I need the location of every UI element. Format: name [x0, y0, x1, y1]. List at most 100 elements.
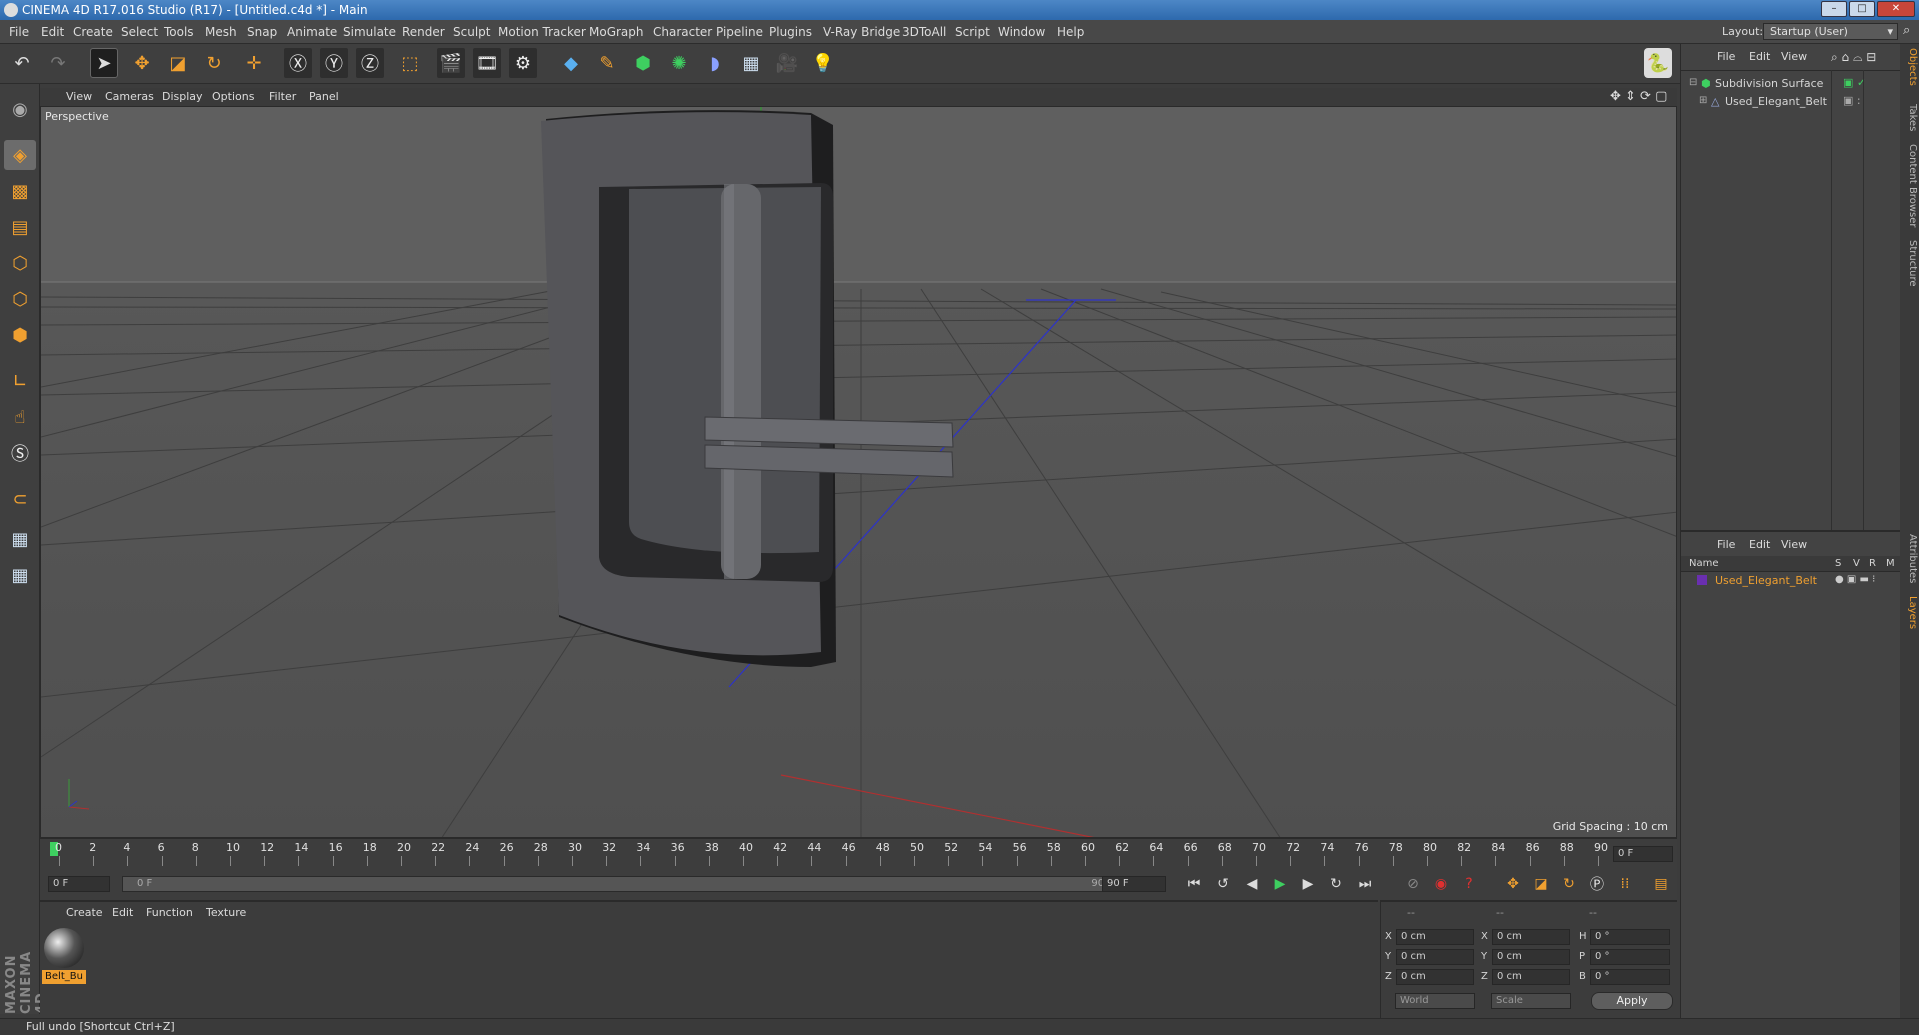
menu-vray-bridge[interactable]: V-Ray Bridge: [823, 25, 900, 39]
key-scale-icon[interactable]: ◪: [1530, 873, 1552, 895]
expand-icon[interactable]: ⊞: [1699, 95, 1707, 106]
vp-menu-view[interactable]: View: [66, 90, 92, 103]
python-icon[interactable]: 🐍: [1644, 48, 1672, 78]
floor-icon[interactable]: ▦: [737, 48, 765, 78]
obj-menu-edit[interactable]: Edit: [1749, 50, 1770, 63]
menu-script[interactable]: Script: [955, 25, 990, 39]
menu-create[interactable]: Create: [73, 25, 113, 39]
go-to-end-icon[interactable]: ⏭: [1354, 873, 1376, 895]
mat-menu-edit[interactable]: Edit: [112, 906, 133, 919]
layer-menu-file[interactable]: File: [1717, 538, 1735, 551]
render-settings-icon[interactable]: ⚙: [509, 48, 537, 78]
rotation-b-field[interactable]: 0 °: [1590, 969, 1670, 985]
obj-menu-file[interactable]: File: [1717, 50, 1735, 63]
cube-icon[interactable]: ◆: [557, 48, 585, 78]
expand-icon[interactable]: ⊟: [1689, 77, 1697, 88]
maximize-button[interactable]: □: [1849, 1, 1875, 17]
render-view-icon[interactable]: 🎬: [437, 48, 465, 78]
object-row-subdivision-surface[interactable]: ⊟ ⬢ Subdivision Surface ▣ ✓: [1689, 76, 1889, 92]
menu-file[interactable]: File: [9, 25, 29, 39]
menu-pipeline[interactable]: Pipeline: [716, 25, 763, 39]
play-icon[interactable]: ▶: [1269, 873, 1291, 895]
axis-icon[interactable]: ∟: [4, 366, 36, 396]
size-mode-select[interactable]: Scale: [1491, 993, 1571, 1009]
menu-3dtoall[interactable]: 3DToAll: [902, 25, 946, 39]
key-pla-icon[interactable]: ⁞⁞: [1614, 873, 1636, 895]
layer-color-swatch[interactable]: [1697, 575, 1707, 585]
mat-menu-texture[interactable]: Texture: [206, 906, 246, 919]
y-axis-icon[interactable]: Ⓨ: [320, 48, 348, 78]
coordinate-mode-select[interactable]: World: [1395, 993, 1475, 1009]
layer-row[interactable]: Used_Elegant_Belt ● ▣ ▬ ⁝: [1689, 574, 1899, 590]
menu-motion-tracker[interactable]: Motion Tracker: [498, 25, 586, 39]
object-row-used-elegant-belt[interactable]: ⊞ △ Used_Elegant_Belt ▣ :: [1699, 94, 1889, 110]
workplane-icon[interactable]: ▤: [4, 212, 36, 242]
key-rotation-icon[interactable]: ↻: [1558, 873, 1580, 895]
tab-attributes[interactable]: Attributes: [1901, 534, 1918, 583]
menu-tools[interactable]: Tools: [164, 25, 194, 39]
tab-layers[interactable]: Layers: [1901, 596, 1918, 629]
menu-snap[interactable]: Snap: [247, 25, 277, 39]
mograph-icon[interactable]: ✺: [665, 48, 693, 78]
menu-simulate[interactable]: Simulate: [343, 25, 396, 39]
position-z-field[interactable]: 0 cm: [1396, 969, 1474, 985]
live-selection-icon[interactable]: ➤: [90, 48, 118, 78]
points-mode-icon[interactable]: ⬡: [4, 248, 36, 278]
current-frame-field[interactable]: 0 F: [1613, 846, 1673, 862]
z-axis-icon[interactable]: Ⓩ: [356, 48, 384, 78]
edges-mode-icon[interactable]: ⬡: [4, 284, 36, 314]
timeline-window-icon[interactable]: ▤: [1650, 873, 1672, 895]
column-render[interactable]: R: [1869, 558, 1876, 569]
subdivision-icon[interactable]: ⬢: [629, 48, 657, 78]
record-icon[interactable]: ◉: [1430, 873, 1452, 895]
coordinate-system-icon[interactable]: ⬚: [396, 48, 424, 78]
polygons-mode-icon[interactable]: ⬢: [4, 320, 36, 350]
vp-menu-options[interactable]: Options: [212, 90, 254, 103]
menu-help[interactable]: Help: [1057, 25, 1084, 39]
texture-mode-icon[interactable]: ▩: [4, 176, 36, 206]
column-view[interactable]: V: [1853, 558, 1860, 569]
rotate-icon[interactable]: ↻: [200, 48, 228, 78]
search-icon[interactable]: ⌕: [1903, 23, 1910, 38]
magnet-icon[interactable]: ⊂: [4, 484, 36, 514]
object-status-icon[interactable]: ▣ :: [1843, 94, 1861, 107]
position-y-field[interactable]: 0 cm: [1396, 949, 1474, 965]
menu-animate[interactable]: Animate: [287, 25, 337, 39]
next-frame-icon[interactable]: ▶: [1297, 873, 1319, 895]
menu-mograph[interactable]: MoGraph: [589, 25, 644, 39]
planar-workplane-icon[interactable]: ▦: [4, 560, 36, 590]
preview-range-slider[interactable]: 0 F 90 F: [122, 876, 1134, 892]
size-x-field[interactable]: 0 cm: [1492, 929, 1570, 945]
rotation-h-field[interactable]: 0 °: [1590, 929, 1670, 945]
obj-menu-view[interactable]: View: [1781, 50, 1807, 63]
render-picture-viewer-icon[interactable]: 🎞: [473, 48, 501, 78]
menu-plugins[interactable]: Plugins: [769, 25, 812, 39]
size-z-field[interactable]: 0 cm: [1492, 969, 1570, 985]
model-mode-icon[interactable]: ◈: [4, 140, 36, 170]
viewport-perspective[interactable]: Perspective Grid Spacing : 10 cm: [40, 106, 1677, 838]
auto-key-icon[interactable]: ?: [1458, 873, 1480, 895]
vp-menu-cameras[interactable]: Cameras: [105, 90, 154, 103]
redo-icon[interactable]: ↷: [44, 48, 72, 78]
tweak-icon[interactable]: ☝: [4, 402, 36, 432]
layer-menu-view[interactable]: View: [1781, 538, 1807, 551]
column-name[interactable]: Name: [1689, 558, 1719, 569]
material-item[interactable]: Belt_Bu: [42, 928, 86, 986]
mat-menu-create[interactable]: Create: [66, 906, 103, 919]
light-icon[interactable]: 💡: [809, 48, 837, 78]
snap-icon[interactable]: Ⓢ: [4, 438, 36, 468]
menu-sculpt[interactable]: Sculpt: [453, 25, 490, 39]
tab-takes[interactable]: Takes: [1901, 104, 1918, 131]
menu-character[interactable]: Character: [653, 25, 712, 39]
make-editable-icon[interactable]: ◉: [4, 94, 36, 124]
tab-structure[interactable]: Structure: [1901, 240, 1918, 287]
layer-menu-edit[interactable]: Edit: [1749, 538, 1770, 551]
menu-render[interactable]: Render: [402, 25, 445, 39]
viewport-navigation-icon[interactable]: ✥ ⇕ ⟳ ▢: [1610, 89, 1667, 104]
vp-menu-panel[interactable]: Panel: [309, 90, 339, 103]
column-manager[interactable]: M: [1886, 558, 1895, 569]
x-axis-icon[interactable]: Ⓧ: [284, 48, 312, 78]
scale-icon[interactable]: ◪: [164, 48, 192, 78]
apply-button[interactable]: Apply: [1591, 992, 1673, 1010]
menu-edit[interactable]: Edit: [41, 25, 64, 39]
